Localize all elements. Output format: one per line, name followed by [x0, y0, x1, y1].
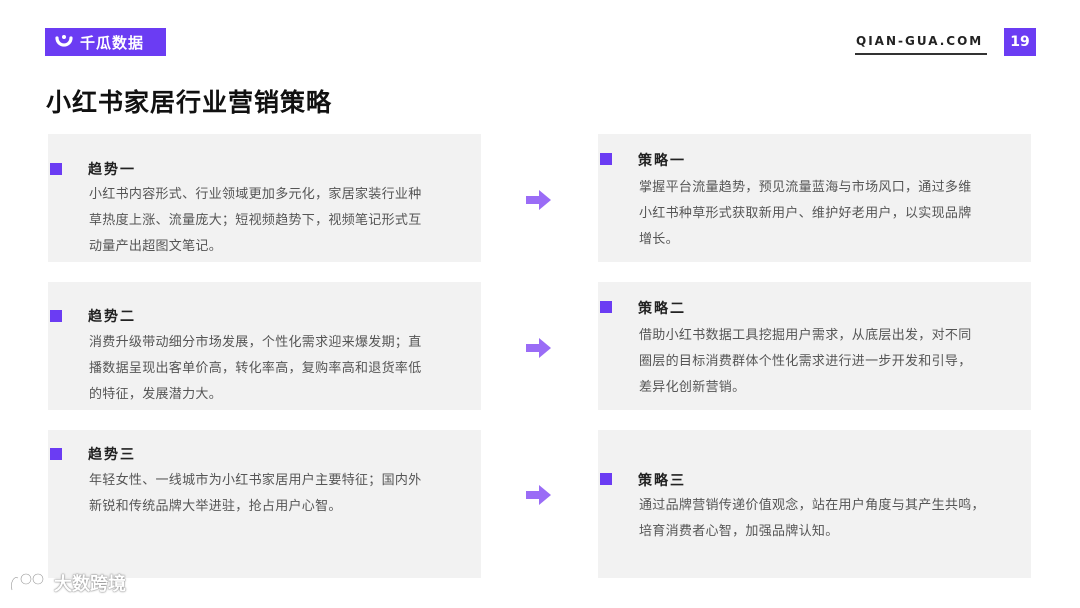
trend-body-line: 的特征，发展潜力大。 [89, 387, 223, 402]
strategy-body-line: 掌握平台流量趋势，预见流量蓝海与市场风口，通过多维 [639, 180, 972, 195]
bullet-square-icon [50, 448, 62, 460]
strategy-body: 掌握平台流量趋势，预见流量蓝海与市场风口，通过多维 小红书种草形式获取新用户、维… [639, 175, 972, 253]
brand-logo[interactable]: 千瓜数据 [45, 28, 166, 56]
strategy-card-3: 策略三 通过品牌营销传递价值观念，站在用户角度与其产生共鸣， 培育消费者心智，加… [598, 430, 1031, 578]
watermark-text: 大数跨境 [54, 574, 126, 595]
trend-body: 小红书内容形式、行业领域更加多元化，家居家装行业种 草热度上涨、流量庞大；短视频… [89, 182, 422, 260]
arrow-right-icon [526, 485, 551, 505]
arrow-right-icon [526, 190, 551, 210]
trend-body-line: 消费升级带动细分市场发展，个性化需求迎来爆发期；直 [89, 335, 422, 350]
trend-body: 年轻女性、一线城市为小红书家居用户主要特征；国内外 新锐和传统品牌大举进驻，抢占… [89, 468, 422, 520]
arrow-right-icon [526, 338, 551, 358]
strategy-heading: 策略一 [638, 153, 686, 169]
site-url[interactable]: QIAN-GUA.COM [856, 34, 983, 48]
trend-heading: 趋势三 [88, 447, 136, 463]
bullet-square-icon [600, 473, 612, 485]
trend-heading: 趋势二 [88, 309, 136, 325]
bullet-square-icon [600, 301, 612, 313]
trend-card-2: 趋势二 消费升级带动细分市场发展，个性化需求迎来爆发期；直 播数据呈现出客单价高… [48, 282, 481, 410]
page-number: 19 [1004, 28, 1036, 56]
trend-heading: 趋势一 [88, 162, 136, 178]
bullet-square-icon [50, 310, 62, 322]
strategy-card-2: 策略二 借助小红书数据工具挖掘用户需求，从底层出发，对不同 圈层的目标消费群体个… [598, 282, 1031, 410]
strategy-card-1: 策略一 掌握平台流量趋势，预见流量蓝海与市场风口，通过多维 小红书种草形式获取新… [598, 134, 1031, 262]
trend-body-line: 小红书内容形式、行业领域更加多元化，家居家装行业种 [89, 187, 422, 202]
strategy-body-line: 增长。 [639, 232, 679, 247]
bullet-square-icon [600, 153, 612, 165]
brand-logo-text: 千瓜数据 [80, 33, 145, 52]
bullet-square-icon [50, 163, 62, 175]
trend-body-line: 草热度上涨、流量庞大；短视频趋势下，视频笔记形式互 [89, 213, 422, 228]
watermark: 大数跨境 [8, 570, 126, 596]
strategy-body-line: 小红书种草形式获取新用户、维护好老用户，以实现品牌 [639, 206, 972, 221]
trend-body-line: 新锐和传统品牌大举进驻，抢占用户心智。 [89, 499, 342, 514]
watermark-logo-icon [10, 572, 45, 592]
trend-body-line: 播数据呈现出客单价高，转化率高，复购率高和退货率低 [89, 361, 422, 376]
strategy-body-line: 培育消费者心智，加强品牌认知。 [639, 524, 839, 539]
qiangua-logo-icon [55, 35, 73, 47]
trend-card-3: 趋势三 年轻女性、一线城市为小红书家居用户主要特征；国内外 新锐和传统品牌大举进… [48, 430, 481, 578]
trend-card-1: 趋势一 小红书内容形式、行业领域更加多元化，家居家装行业种 草热度上涨、流量庞大… [48, 134, 481, 262]
strategy-body-line: 通过品牌营销传递价值观念，站在用户角度与其产生共鸣， [639, 498, 985, 513]
strategy-body-line: 圈层的目标消费群体个性化需求进行进一步开发和引导， [639, 354, 972, 369]
strategy-heading: 策略二 [638, 301, 686, 317]
strategy-heading: 策略三 [638, 473, 686, 489]
strategy-body-line: 借助小红书数据工具挖掘用户需求，从底层出发，对不同 [639, 328, 972, 343]
trend-body: 消费升级带动细分市场发展，个性化需求迎来爆发期；直 播数据呈现出客单价高，转化率… [89, 330, 422, 408]
site-url-underline [855, 53, 987, 55]
trend-body-line: 动量产出超图文笔记。 [89, 239, 223, 254]
strategy-body-line: 差异化创新营销。 [639, 380, 746, 395]
trend-body-line: 年轻女性、一线城市为小红书家居用户主要特征；国内外 [89, 473, 422, 488]
strategy-body: 借助小红书数据工具挖掘用户需求，从底层出发，对不同 圈层的目标消费群体个性化需求… [639, 323, 972, 401]
strategy-body: 通过品牌营销传递价值观念，站在用户角度与其产生共鸣， 培育消费者心智，加强品牌认… [639, 493, 985, 545]
page-title: 小红书家居行业营销策略 [46, 88, 333, 117]
